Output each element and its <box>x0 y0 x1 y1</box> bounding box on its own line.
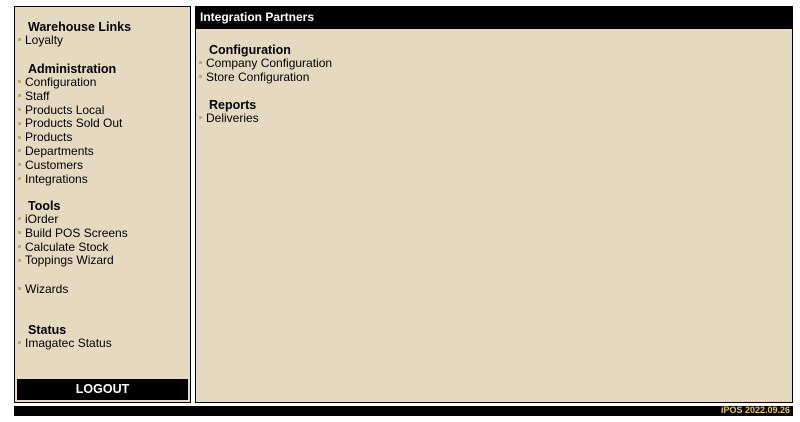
link-store-configuration[interactable]: Store Configuration <box>196 70 792 85</box>
bullet-icon <box>18 149 21 153</box>
sidebar-link-integrations[interactable]: Integrations <box>15 172 190 187</box>
configuration-section: Configuration Company Configuration Stor… <box>196 43 792 85</box>
bullet-icon <box>18 94 21 98</box>
bullet-icon <box>199 75 202 79</box>
bullet-icon <box>199 115 202 119</box>
section-title-configuration: Configuration <box>209 43 291 57</box>
sidebar-link-configuration[interactable]: Configuration <box>15 75 190 90</box>
warehouse-links-section: Warehouse Links Loyalty <box>15 20 190 48</box>
section-title-warehouse-links: Warehouse Links <box>28 20 132 34</box>
sidebar-link-products-local[interactable]: Products Local <box>15 103 190 118</box>
bullet-icon <box>18 107 21 111</box>
section-title-status: Status <box>28 323 67 337</box>
version-label: iPOS 2022.09.26 <box>720 405 790 415</box>
administration-section: Administration Configuration Staff Produ… <box>15 62 190 186</box>
main-panel: Integration Partners Configuration Compa… <box>195 6 793 403</box>
sidebar-link-calculate-stock[interactable]: Calculate Stock <box>15 240 190 255</box>
footer-bar: iPOS 2022.09.26 <box>14 405 793 416</box>
link-deliveries[interactable]: Deliveries <box>196 111 792 126</box>
sidebar: Warehouse Links Loyalty Administration C… <box>14 6 191 403</box>
page-title: Integration Partners <box>196 7 792 29</box>
bullet-icon <box>18 287 21 291</box>
link-company-configuration[interactable]: Company Configuration <box>196 56 792 71</box>
sidebar-link-products-sold-out[interactable]: Products Sold Out <box>15 116 190 131</box>
sidebar-link-wizards[interactable]: Wizards <box>15 282 190 297</box>
sidebar-link-build-pos-screens[interactable]: Build POS Screens <box>15 226 190 241</box>
bullet-icon <box>18 217 21 221</box>
sidebar-link-imagatec-status[interactable]: Imagatec Status <box>15 336 190 351</box>
sidebar-link-customers[interactable]: Customers <box>15 158 190 173</box>
bullet-icon <box>18 231 21 235</box>
sidebar-link-loyalty[interactable]: Loyalty <box>15 33 190 48</box>
bullet-icon <box>18 38 21 42</box>
sidebar-link-departments[interactable]: Departments <box>15 144 190 159</box>
sidebar-link-staff[interactable]: Staff <box>15 89 190 104</box>
bullet-icon <box>18 258 21 262</box>
bullet-icon <box>18 341 21 345</box>
section-title-reports: Reports <box>209 97 257 112</box>
reports-section: Reports Deliveries <box>196 98 792 126</box>
bullet-icon <box>18 244 21 248</box>
status-section: Status Imagatec Status <box>15 323 190 351</box>
bullet-icon <box>18 121 21 125</box>
bullet-icon <box>18 176 21 180</box>
sidebar-link-products[interactable]: Products <box>15 130 190 145</box>
wizards-section: Wizards <box>15 282 190 297</box>
logout-button[interactable]: LOGOUT <box>17 379 188 400</box>
bullet-icon <box>18 163 21 167</box>
tools-section: Tools iOrder Build POS Screens Calculate… <box>15 199 190 268</box>
bullet-icon <box>18 80 21 84</box>
sidebar-link-toppings-wizard[interactable]: Toppings Wizard <box>15 253 190 268</box>
section-title-tools: Tools <box>28 199 61 213</box>
bullet-icon <box>199 61 202 65</box>
sidebar-link-iorder[interactable]: iOrder <box>15 212 190 227</box>
bullet-icon <box>18 135 21 139</box>
section-title-administration: Administration <box>28 62 117 76</box>
